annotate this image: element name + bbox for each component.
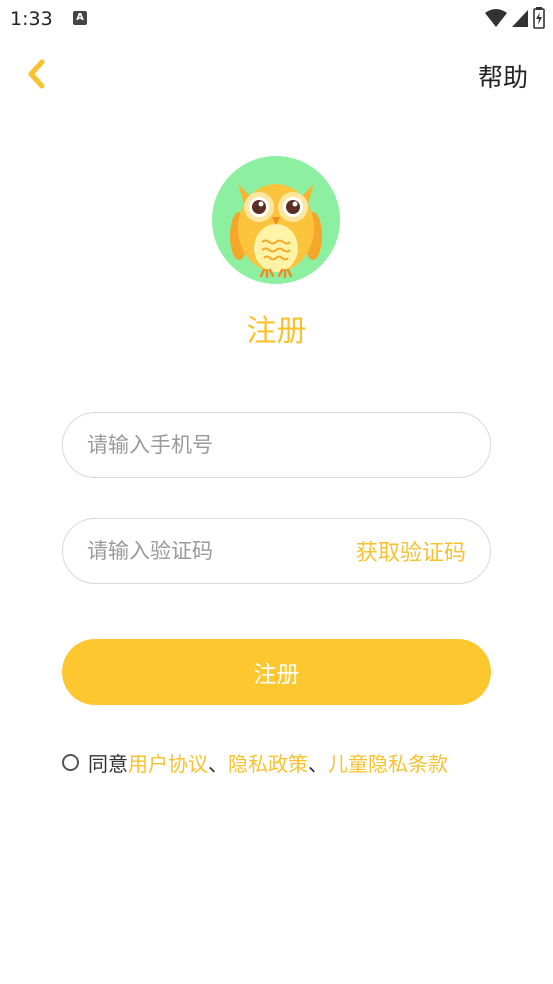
phone-input[interactable] [87,413,347,477]
status-icons [485,7,545,29]
register-button[interactable]: 注册 [62,639,491,705]
child-privacy-link[interactable]: 儿童隐私条款 [328,748,448,777]
agree-prefix: 同意 [88,752,128,776]
wifi-icon [485,9,507,27]
status-bar: 1:33 A [0,0,553,40]
agree-checkbox[interactable] [62,754,79,771]
agreement-separator: 、 [308,752,328,776]
back-button[interactable] [22,56,52,92]
verification-code-input[interactable] [87,519,347,583]
help-link[interactable]: 帮助 [478,58,528,94]
code-field-container: 获取验证码 [62,518,491,584]
signal-icon [512,10,528,27]
user-agreement-link[interactable]: 用户协议 [128,748,208,777]
page-title: 注册 [246,314,307,349]
owl-icon [212,156,340,284]
register-screen: 1:33 A 帮助 注册 请输入手机号 请输入验证码 获取验证码 注册 同意 用… [0,0,553,984]
chevron-left-icon [28,59,45,89]
app-logo [212,156,340,284]
notification-badge-icon: A [73,11,87,25]
status-time: 1:33 [10,8,53,30]
get-code-button[interactable]: 获取验证码 [356,519,466,583]
agreement-separator: 、 [208,752,228,776]
phone-field-container [62,412,491,478]
agreement-row: 同意 用户协议 、 隐私政策 、 儿童隐私条款 [62,748,448,777]
privacy-policy-link[interactable]: 隐私政策 [228,748,308,777]
battery-icon [533,7,545,29]
